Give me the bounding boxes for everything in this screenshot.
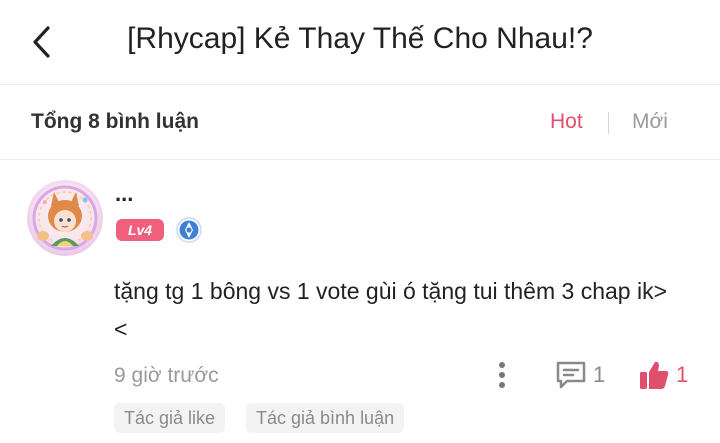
like-button[interactable]: 1 [638,358,688,392]
page-title: [Rhycap] Kẻ Thay Thế Cho Nhau!? [127,22,593,55]
sort-new-tab[interactable]: Mới [632,110,668,134]
reply-count: 1 [593,362,606,387]
comment-total: Tổng 8 bình luận [31,110,199,133]
sort-hot-tab[interactable]: Hot [550,110,583,134]
comment-time: 9 giờ trước [114,364,219,387]
sort-bar: Tổng 8 bình luận Hot Mới [0,85,720,159]
sort-separator [608,112,609,134]
username[interactable]: ... [115,181,133,207]
more-options-button[interactable] [492,360,512,390]
avatar-image [27,180,103,256]
author-reply-tag: Tác giả bình luận [246,403,405,433]
comment-text: tặng tg 1 bông vs 1 vote gùi ó tặng tui … [114,278,668,342]
like-count: 1 [676,362,689,387]
comment-icon [556,361,586,389]
avatar[interactable] [27,180,103,256]
level-badge: Lv4 [116,219,164,241]
sort-divider [0,159,720,160]
header: [Rhycap] Kẻ Thay Thế Cho Nhau!? [0,0,720,84]
medal-icon [176,217,202,243]
more-vertical-icon [499,362,505,388]
comments-page: [Rhycap] Kẻ Thay Thế Cho Nhau!? Tổng 8 b… [0,0,720,443]
thumbs-up-icon [640,361,669,389]
author-like-tag: Tác giả like [114,403,226,433]
reply-button[interactable]: 1 [555,359,605,391]
